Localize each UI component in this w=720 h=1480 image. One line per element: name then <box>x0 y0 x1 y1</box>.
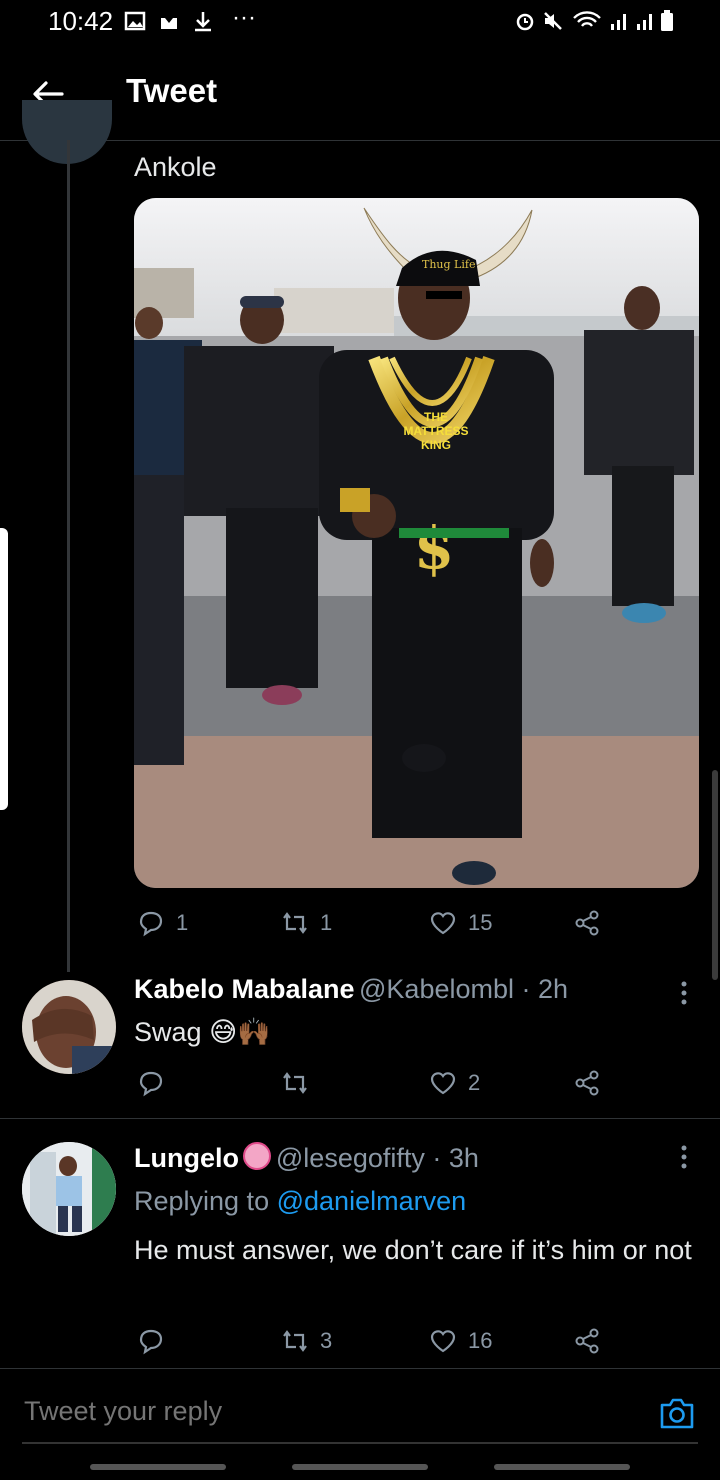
reply-emoji: 😅🙌🏾 <box>209 1017 271 1047</box>
like-count: 16 <box>468 1328 493 1353</box>
nav-back-button[interactable] <box>494 1464 630 1470</box>
user-name[interactable]: Lungelo <box>134 1143 239 1173</box>
like-count: 15 <box>468 910 493 935</box>
like-button[interactable]: 15 <box>428 908 492 938</box>
heart-icon <box>430 1330 456 1353</box>
retweet-count: 1 <box>320 910 333 935</box>
nav-home-button[interactable] <box>292 1464 428 1470</box>
replying-prefix: Replying to <box>134 1186 270 1216</box>
tweet-photo[interactable]: $ Thug Life THE MATTRESS KING <box>134 198 699 888</box>
tweet-text: Ankole <box>134 152 217 182</box>
retweet-button[interactable]: 3 <box>280 1326 332 1356</box>
status-time: 10:42 <box>48 6 114 36</box>
reply-icon <box>139 911 163 937</box>
retweet-button[interactable] <box>280 1068 310 1098</box>
status-bar: 10:42 ··· <box>0 0 720 48</box>
scrollbar[interactable] <box>712 770 718 980</box>
user-handle[interactable]: @lesegofifty · 3h <box>276 1143 479 1173</box>
retweet-icon <box>283 1072 307 1094</box>
gallery-icon <box>124 11 146 31</box>
share-icon <box>575 1070 599 1096</box>
more-options-icon[interactable] <box>672 1142 696 1172</box>
spiral-badge-icon <box>243 1142 272 1170</box>
retweet-count: 3 <box>320 1328 333 1353</box>
reply-button[interactable]: 1 <box>136 908 188 938</box>
reply-header: Kabelo Mabalane @Kabelombl · 2h <box>134 974 568 1005</box>
more-options-icon[interactable] <box>672 978 696 1008</box>
user-name[interactable]: Kabelo Mabalane <box>134 974 355 1004</box>
heart-icon <box>430 912 456 935</box>
reply-input[interactable] <box>22 1395 586 1428</box>
thread-connector-line <box>67 140 70 972</box>
avatar-image <box>22 1142 116 1236</box>
page-title: Tweet <box>126 72 218 109</box>
avatar[interactable] <box>22 1142 116 1236</box>
reply-button[interactable] <box>136 1326 166 1356</box>
avatar-image <box>22 980 116 1074</box>
camera-icon[interactable] <box>658 1395 696 1431</box>
retweet-icon <box>283 912 307 934</box>
replying-to-link[interactable]: @danielmarven <box>277 1186 467 1216</box>
reply-icon <box>139 1071 163 1097</box>
battery-icon <box>661 10 673 31</box>
nav-recents-button[interactable] <box>90 1464 226 1470</box>
like-button[interactable]: 2 <box>428 1068 480 1098</box>
share-button[interactable] <box>572 908 602 938</box>
share-icon <box>575 910 599 936</box>
like-count: 2 <box>468 1070 481 1095</box>
avatar[interactable] <box>22 980 116 1074</box>
reply-text: He must answer, we don’t care if it’s hi… <box>134 1235 692 1265</box>
signal-icon <box>611 14 626 30</box>
share-button[interactable] <box>572 1326 602 1356</box>
share-icon <box>575 1328 599 1354</box>
reply-count: 1 <box>176 910 189 935</box>
reply-text-body: Swag <box>134 1017 202 1047</box>
reply-button[interactable] <box>136 1068 166 1098</box>
svg-text:$: $ <box>414 514 454 582</box>
divider <box>0 1118 720 1119</box>
download-icon <box>195 12 211 32</box>
reply-header: Lungelo @lesegofifty · 3h <box>134 1142 479 1174</box>
more-notifications-icon: ··· <box>232 4 256 31</box>
reply-text: Swag 😅🙌🏾 <box>134 1016 271 1048</box>
heart-icon <box>430 1072 456 1095</box>
photo-illustration: $ <box>134 198 699 888</box>
replying-to: Replying to @danielmarven <box>134 1186 466 1217</box>
signal-2-icon <box>637 14 652 30</box>
reply-icon <box>139 1329 163 1355</box>
wifi-icon <box>573 11 601 27</box>
alarm-icon <box>516 13 534 31</box>
user-handle[interactable]: @Kabelombl · 2h <box>359 974 568 1004</box>
download-box-icon <box>161 18 177 29</box>
edge-panel-handle[interactable] <box>0 528 8 810</box>
mute-icon <box>544 12 562 30</box>
retweet-button[interactable]: 1 <box>280 908 332 938</box>
retweet-icon <box>283 1330 307 1352</box>
photo-cap-text: Thug Life <box>422 258 476 271</box>
like-button[interactable]: 16 <box>428 1326 492 1356</box>
share-button[interactable] <box>572 1068 602 1098</box>
photo-shirt-text: THE MATTRESS KING <box>403 410 469 452</box>
composer-underline <box>22 1442 698 1444</box>
